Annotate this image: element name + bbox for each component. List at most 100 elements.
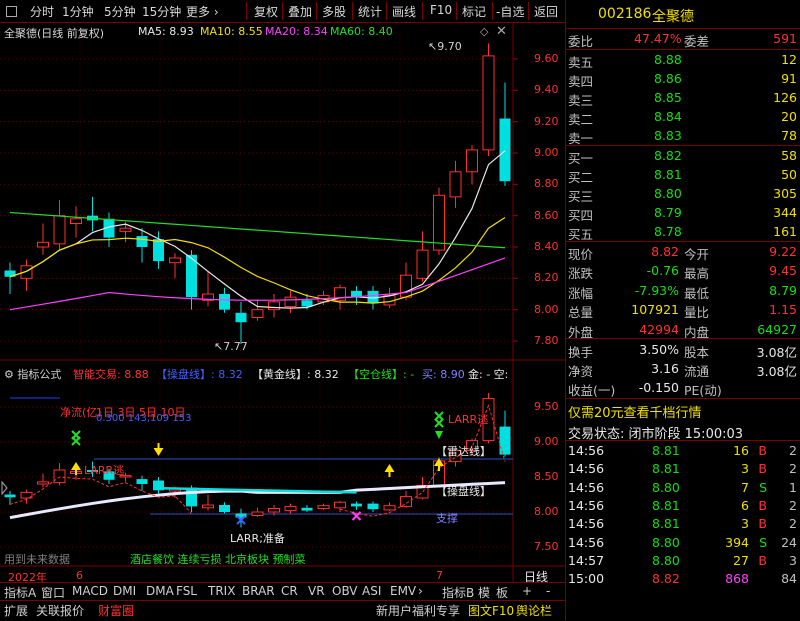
indicator-tab[interactable]: MACD [72, 584, 108, 598]
indicator-tab[interactable]: 指标B [442, 584, 474, 601]
quote-row: 卖四 8.86 91 [566, 70, 800, 89]
indicator-tab[interactable]: BRAR [242, 584, 275, 598]
quote-row: 涨幅 -7.93% 最低 8.79 [566, 282, 800, 301]
btn-overlay[interactable]: 叠加 [288, 3, 312, 20]
ind-candle-body [4, 494, 16, 498]
indicator-tab[interactable]: ASI [362, 584, 381, 598]
candle-body [301, 300, 313, 307]
stat-label: 量比 [684, 305, 710, 321]
tick-price: 8.81 [652, 461, 680, 477]
settings-diamond-icon[interactable]: ◇ [480, 25, 488, 38]
stat-value: -0.150 [638, 380, 679, 395]
stat-value: 1.15 [769, 302, 797, 318]
btn-multi[interactable]: 多股 [322, 3, 346, 20]
stat-value: -0.76 [646, 263, 679, 279]
tick-count: 24 [781, 534, 797, 550]
ind-tick-label: 9.00 [534, 435, 559, 448]
quote-row: 买三 8.80 305 [566, 185, 800, 204]
concept-tags: 酒店餐饮 连续亏损 北京板块 预制菜 [130, 553, 306, 566]
link-f10-graphic[interactable]: 图文F10 [468, 602, 514, 619]
tab-1min[interactable]: 1分钟 [62, 3, 94, 20]
ind-candle-body [301, 507, 313, 511]
btn-back[interactable]: 返回 [534, 3, 558, 20]
stat-label: 最高 [684, 266, 710, 282]
indicator-tab[interactable]: TRIX [208, 584, 235, 598]
larr-escape-label-1: LARR逃 [84, 464, 125, 477]
tick-price: 8.81 [652, 443, 680, 458]
high-price-mark: ↖9.70 [428, 40, 462, 53]
btn-draw[interactable]: 画线 [392, 3, 416, 20]
indicator-tab[interactable]: 窗口 [41, 584, 65, 601]
tick-price: 8.82 [652, 571, 680, 587]
candle-body [153, 239, 164, 262]
promo-link[interactable]: 仅需20元查看千档行情 [568, 402, 702, 421]
quote-panel: 002186 全聚德 委比 47.47% 委差 591 卖五 8.88 12 卖四 8.… [565, 0, 800, 620]
bid-price: 8.81 [654, 167, 682, 182]
tick-side: B [758, 443, 767, 458]
tick-volume: 27 [733, 552, 749, 568]
larr-escape-label-2: LARR逃 [448, 413, 489, 426]
indicator-tab[interactable]: OBV [332, 584, 358, 598]
ask-price: 8.85 [654, 90, 682, 105]
btn-adjust[interactable]: 复权 [254, 3, 278, 20]
tab-extend[interactable]: 扩展 [4, 602, 28, 619]
price-tick-label: 8.40 [534, 240, 559, 253]
btn-stats[interactable]: 统计 [358, 3, 382, 20]
expand-arrow-icon [1, 480, 8, 496]
indicator-tab[interactable]: + [522, 584, 532, 598]
tick-count: 2 [789, 516, 797, 532]
tab-15min[interactable]: 15分钟 [142, 3, 181, 20]
indicator-tab[interactable]: CR [281, 584, 298, 598]
indicator-formula-label[interactable]: ⚙ 指标公式 [4, 366, 61, 382]
gold-empty-tail: 金: - 空: [468, 368, 509, 381]
ask-volume: 20 [781, 109, 797, 124]
indicator-tab[interactable]: FSL [176, 584, 197, 598]
indicator-tab[interactable]: VR [308, 584, 325, 598]
stat-value: 107921 [631, 302, 679, 318]
tab-wealth-circle[interactable]: 财富圈 [98, 602, 134, 619]
tick-price: 8.80 [652, 479, 680, 495]
tick-volume: 7 [741, 479, 749, 495]
candle-body [251, 309, 264, 318]
ind-candle-body [499, 426, 511, 455]
larr-ready-label: LARR;准备 [230, 532, 285, 545]
indicator-tab[interactable]: 模 [478, 584, 490, 601]
ask-price: 8.84 [654, 109, 682, 124]
btn-f10[interactable]: F10 [430, 3, 452, 17]
tab-related-quote[interactable]: 关联报价 [36, 602, 84, 619]
candle-body [219, 294, 230, 310]
indicator-tab[interactable]: - [546, 584, 550, 598]
indicator-tab[interactable]: DMA [146, 584, 174, 598]
stat-label: 收益(一) [568, 383, 616, 398]
price-tick-label: 9.40 [534, 83, 559, 97]
stock-name: 全聚德 [652, 9, 694, 25]
indicator-tab[interactable]: DMI [113, 584, 136, 598]
bid-volume: 50 [781, 167, 797, 182]
pan-line-value: 【操盘线】: 8.32 [156, 368, 243, 381]
btn-watchlist[interactable]: -自选 [496, 3, 524, 20]
indicator-tab[interactable]: 板 [496, 584, 508, 601]
future-data-label: 用到未来数据 [4, 553, 70, 566]
stat-value: 8.79 [769, 282, 797, 298]
bid-price: 8.78 [654, 224, 682, 239]
tab-more[interactable]: 更多 › [186, 3, 219, 20]
escape-x-icon [434, 418, 444, 428]
quote-row: 现价 8.82 今开 9.22 [566, 243, 800, 262]
tab-timeshare[interactable]: 分时 [30, 3, 54, 20]
ind-candle-body [136, 479, 148, 484]
quote-row: 14:56 8.81 3 B 2 [566, 460, 800, 479]
link-opinion[interactable]: 舆论栏 [516, 602, 552, 619]
support-label: 支撑 [436, 512, 458, 525]
stat-value: 42994 [639, 321, 679, 337]
ind-candle-body [251, 511, 264, 516]
indicator-tab[interactable]: EMV [390, 584, 416, 598]
tab-5min[interactable]: 5分钟 [104, 3, 136, 20]
link-new-user[interactable]: 新用户福利专享 [376, 602, 460, 619]
candle-body [499, 118, 511, 182]
indicator-tab[interactable]: › [418, 584, 423, 598]
indicator-tab[interactable]: 指标A [4, 584, 36, 601]
stock-code: 002186 [598, 6, 652, 22]
stat-label: 最低 [684, 285, 710, 301]
btn-mark[interactable]: 标记 [462, 3, 486, 20]
close-icon[interactable]: ✕ [496, 24, 507, 39]
